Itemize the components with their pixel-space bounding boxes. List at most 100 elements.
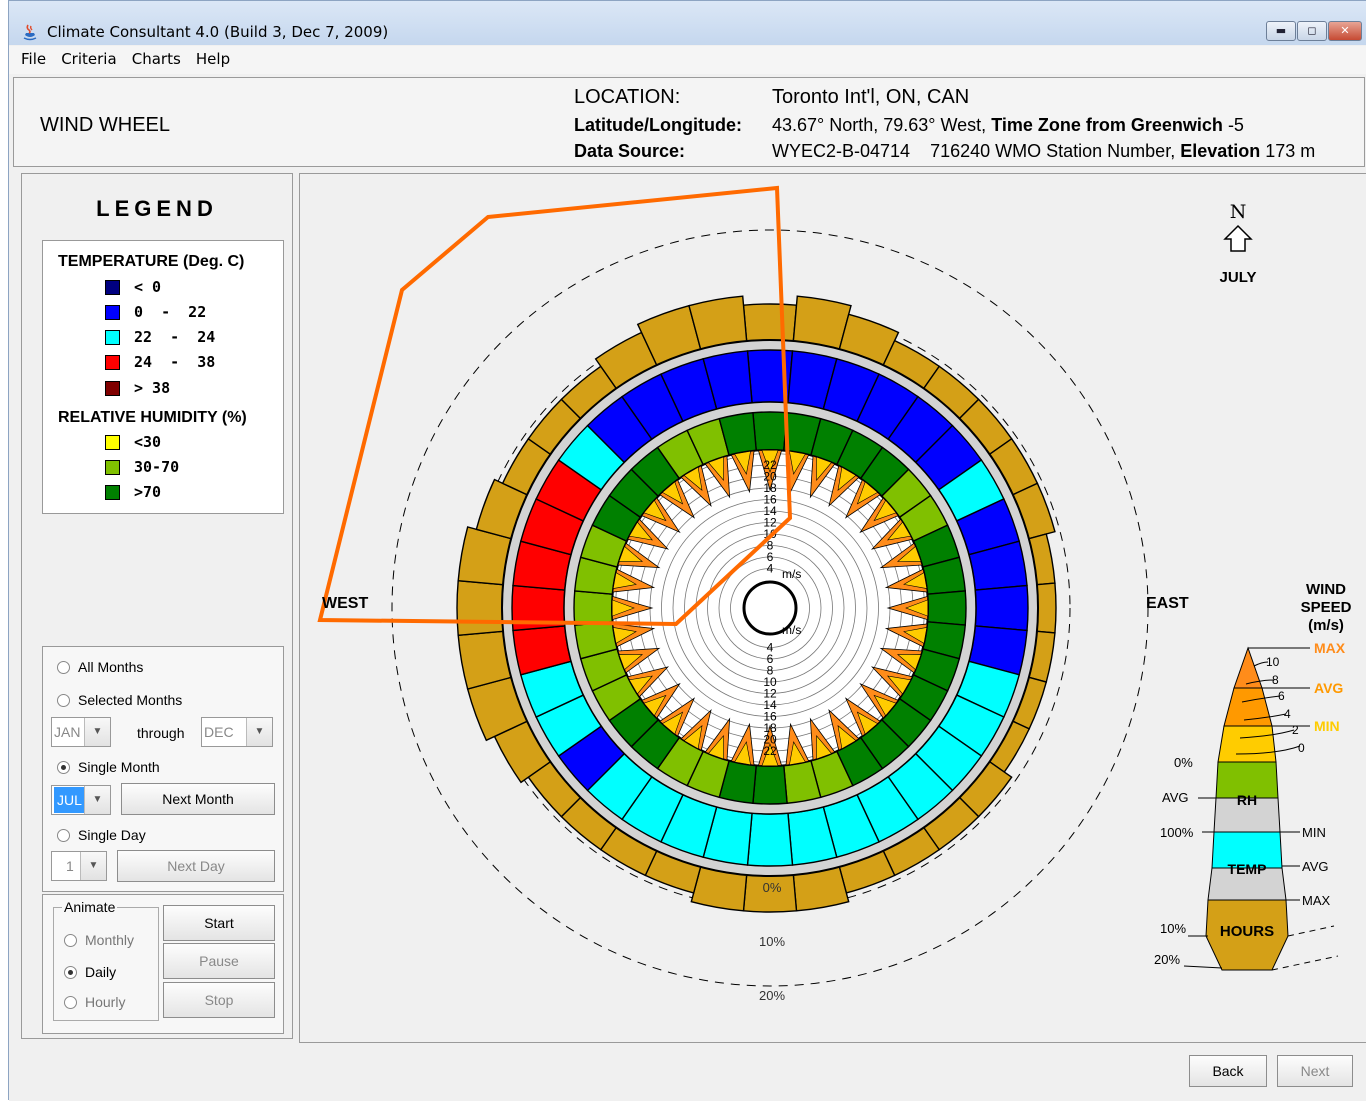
legend-temp-row: 22 - 24 (105, 328, 216, 346)
selected-months-radio[interactable]: Selected Months (57, 692, 182, 708)
wind-speed-key: WIND SPEED (m/s) MAX AVG MIN 10 8 6 4 2 … (1154, 581, 1352, 971)
from-month-select[interactable]: JAN ▼ (51, 717, 111, 747)
back-button[interactable]: Back (1189, 1055, 1267, 1087)
radio-indicator[interactable] (57, 828, 70, 842)
key-temp-avg: AVG (1302, 859, 1329, 874)
chevron-down-icon[interactable]: ▼ (80, 852, 106, 880)
legend-label: 22 - 24 (134, 328, 216, 346)
legend-label: 0 - 22 (134, 303, 207, 321)
radio-indicator[interactable] (64, 965, 77, 979)
left-panel: LEGEND TEMPERATURE (Deg. C) < 0 0 - 22 2… (21, 173, 293, 1039)
month-value: JUL (54, 787, 85, 813)
hourly-radio[interactable]: Hourly (64, 994, 125, 1010)
radio-indicator[interactable] (64, 995, 77, 1009)
close-icon[interactable]: ✕ (1328, 21, 1362, 41)
percent-label: 10% (759, 934, 785, 949)
radio-indicator[interactable] (57, 660, 70, 674)
single-day-radio[interactable]: Single Day (57, 827, 146, 843)
swatch (105, 304, 120, 320)
rh-sector (926, 590, 967, 626)
monthly-label: Monthly (85, 932, 135, 948)
daily-label: Daily (85, 964, 117, 980)
radio-indicator[interactable] (64, 933, 77, 947)
single-month-radio[interactable]: Single Month (57, 759, 160, 775)
window-title: Climate Consultant 4.0 (Build 3, Dec 7, … (47, 23, 389, 41)
key-tick-8: 8 (1272, 673, 1279, 687)
station-value: 716240 WMO Station Number, (930, 141, 1176, 161)
next-button[interactable]: Next (1277, 1055, 1353, 1087)
key-tick-10: 10 (1266, 655, 1280, 669)
bottom-bar: Back Next (9, 1043, 1366, 1101)
menu-charts[interactable]: Charts (128, 46, 187, 68)
legend-label: 24 - 38 (134, 353, 216, 371)
daily-radio[interactable]: Daily (64, 964, 116, 980)
radio-indicator[interactable] (57, 760, 70, 774)
chevron-down-icon[interactable]: ▼ (84, 786, 110, 814)
legend-temp-row: < 0 (105, 278, 161, 296)
swatch (105, 329, 120, 345)
legend-label: > 38 (134, 379, 171, 397)
speed-label-bottom: 4 (767, 641, 774, 655)
chevron-down-icon[interactable]: ▼ (84, 718, 110, 746)
swatch (105, 434, 120, 450)
maximize-icon[interactable]: ◻ (1297, 21, 1327, 41)
minimize-icon[interactable]: ▬ (1266, 21, 1296, 41)
hourly-label: Hourly (85, 994, 126, 1010)
key-dash-20 (1271, 955, 1339, 971)
key-title-3: (m/s) (1308, 617, 1344, 634)
location-value: Toronto Int'l, ON, CAN (772, 86, 970, 108)
percent-label: 20% (759, 988, 785, 1003)
menu-help[interactable]: Help (192, 46, 236, 68)
source-label: Data Source: (574, 141, 686, 161)
key-max-label: MAX (1314, 640, 1346, 656)
next-month-button[interactable]: Next Month (121, 783, 275, 815)
key-rh-hundred: 100% (1160, 825, 1194, 840)
swatch (105, 354, 120, 370)
chevron-down-icon[interactable]: ▼ (246, 718, 272, 746)
menu-criteria[interactable]: Criteria (57, 46, 122, 68)
stop-button[interactable]: Stop (163, 982, 275, 1018)
timezone-label: Time Zone from Greenwich (991, 115, 1223, 135)
compass-north-label: N (1230, 201, 1247, 223)
key-temp-max: MAX (1302, 893, 1331, 908)
all-months-label: All Months (78, 659, 144, 675)
key-rh-label: RH (1237, 792, 1257, 808)
selected-months-label: Selected Months (78, 692, 183, 708)
monthly-radio[interactable]: Monthly (64, 932, 134, 948)
next-day-button[interactable]: Next Day (117, 850, 275, 882)
key-tick-0: 0 (1298, 741, 1305, 755)
rh-heading: RELATIVE HUMIDITY (%) (58, 409, 247, 426)
key-min-label: MIN (1314, 718, 1340, 734)
speed-unit-top: m/s (782, 567, 801, 581)
through-label: through (137, 725, 185, 741)
legend-label: <30 (134, 433, 162, 451)
month-select[interactable]: JUL ▼ (51, 785, 111, 815)
speed-unit-bottom: m/s (782, 623, 801, 637)
all-months-radio[interactable]: All Months (57, 659, 143, 675)
to-month-select[interactable]: DEC ▼ (201, 717, 273, 747)
key-tick-4: 4 (1284, 707, 1291, 721)
menu-file[interactable]: File (9, 46, 52, 68)
from-month-value: JAN (54, 724, 81, 740)
java-coffee-icon (23, 24, 37, 41)
day-select[interactable]: 1 ▼ (51, 851, 107, 881)
latlong-value: 43.67° North, 79.63° West, (772, 115, 987, 135)
latlong-label: Latitude/Longitude: (574, 115, 742, 135)
key-hours-20: 20% (1154, 952, 1180, 967)
location-header: WIND WHEEL LOCATION: Toronto Int'l, ON, … (13, 77, 1365, 167)
start-button[interactable]: Start (163, 905, 275, 941)
day-value: 1 (66, 858, 74, 874)
rh-sector (573, 590, 614, 626)
elevation-value: 173 m (1265, 141, 1316, 161)
key-hours-20-line (1183, 965, 1223, 969)
chart-title: WIND WHEEL (40, 114, 170, 136)
wheel-layer: 2222202018181616141412121010886644m/sm/s… (317, 185, 1149, 1003)
title-bar: Climate Consultant 4.0 (Build 3, Dec 7, … (9, 1, 1366, 45)
pause-button[interactable]: Pause (163, 943, 275, 979)
key-min-wedge (1217, 725, 1277, 763)
key-tick-6: 6 (1278, 689, 1285, 703)
latlong-line: 43.67° North, 79.63° West, Time Zone fro… (772, 115, 1244, 136)
temp-heading: TEMPERATURE (Deg. C) (58, 253, 245, 270)
radio-indicator[interactable] (57, 693, 70, 707)
legend-temp-row: > 38 (105, 379, 171, 397)
